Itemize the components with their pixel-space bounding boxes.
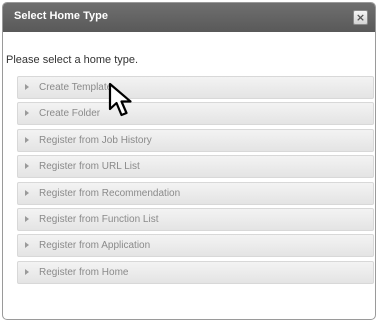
expand-arrow-icon (25, 136, 29, 143)
select-home-type-dialog: Select Home Type × Please select a home … (2, 2, 376, 320)
home-type-label: Register from Job History (39, 134, 152, 146)
home-type-list: Create Template Create Folder Register f… (17, 76, 374, 287)
home-type-item-url-list[interactable]: Register from URL List (17, 155, 374, 179)
home-type-item-function-list[interactable]: Register from Function List (17, 207, 374, 231)
home-type-label: Create Template (39, 82, 113, 93)
close-icon: × (355, 11, 366, 24)
home-type-item-create-template[interactable]: Create Template (17, 76, 374, 99)
home-type-item-job-history[interactable]: Register from Job History (17, 128, 374, 152)
expand-arrow-icon (25, 110, 29, 117)
home-type-item-home[interactable]: Register from Home (17, 260, 374, 284)
home-type-label: Register from Application (39, 240, 151, 252)
expand-arrow-icon (25, 242, 29, 249)
home-type-item-create-folder[interactable]: Create Folder (17, 102, 374, 126)
expand-arrow-icon (25, 215, 29, 222)
home-type-label: Register from Recommendation (39, 187, 181, 199)
home-type-label: Create Folder (39, 108, 101, 120)
home-type-item-application[interactable]: Register from Application (17, 234, 374, 258)
expand-arrow-icon (25, 84, 29, 90)
home-type-label: Register from Function List (39, 213, 159, 225)
instruction-text: Please select a home type. (6, 54, 139, 66)
expand-arrow-icon (25, 163, 29, 170)
dialog-titlebar: Select Home Type × (3, 3, 375, 32)
expand-arrow-icon (25, 189, 29, 196)
home-type-label: Register from URL List (39, 161, 140, 173)
dialog-title: Select Home Type (14, 10, 108, 22)
home-type-item-recommendation[interactable]: Register from Recommendation (17, 181, 374, 205)
expand-arrow-icon (25, 268, 29, 275)
home-type-label: Register from Home (39, 266, 129, 278)
close-button[interactable]: × (353, 10, 368, 25)
